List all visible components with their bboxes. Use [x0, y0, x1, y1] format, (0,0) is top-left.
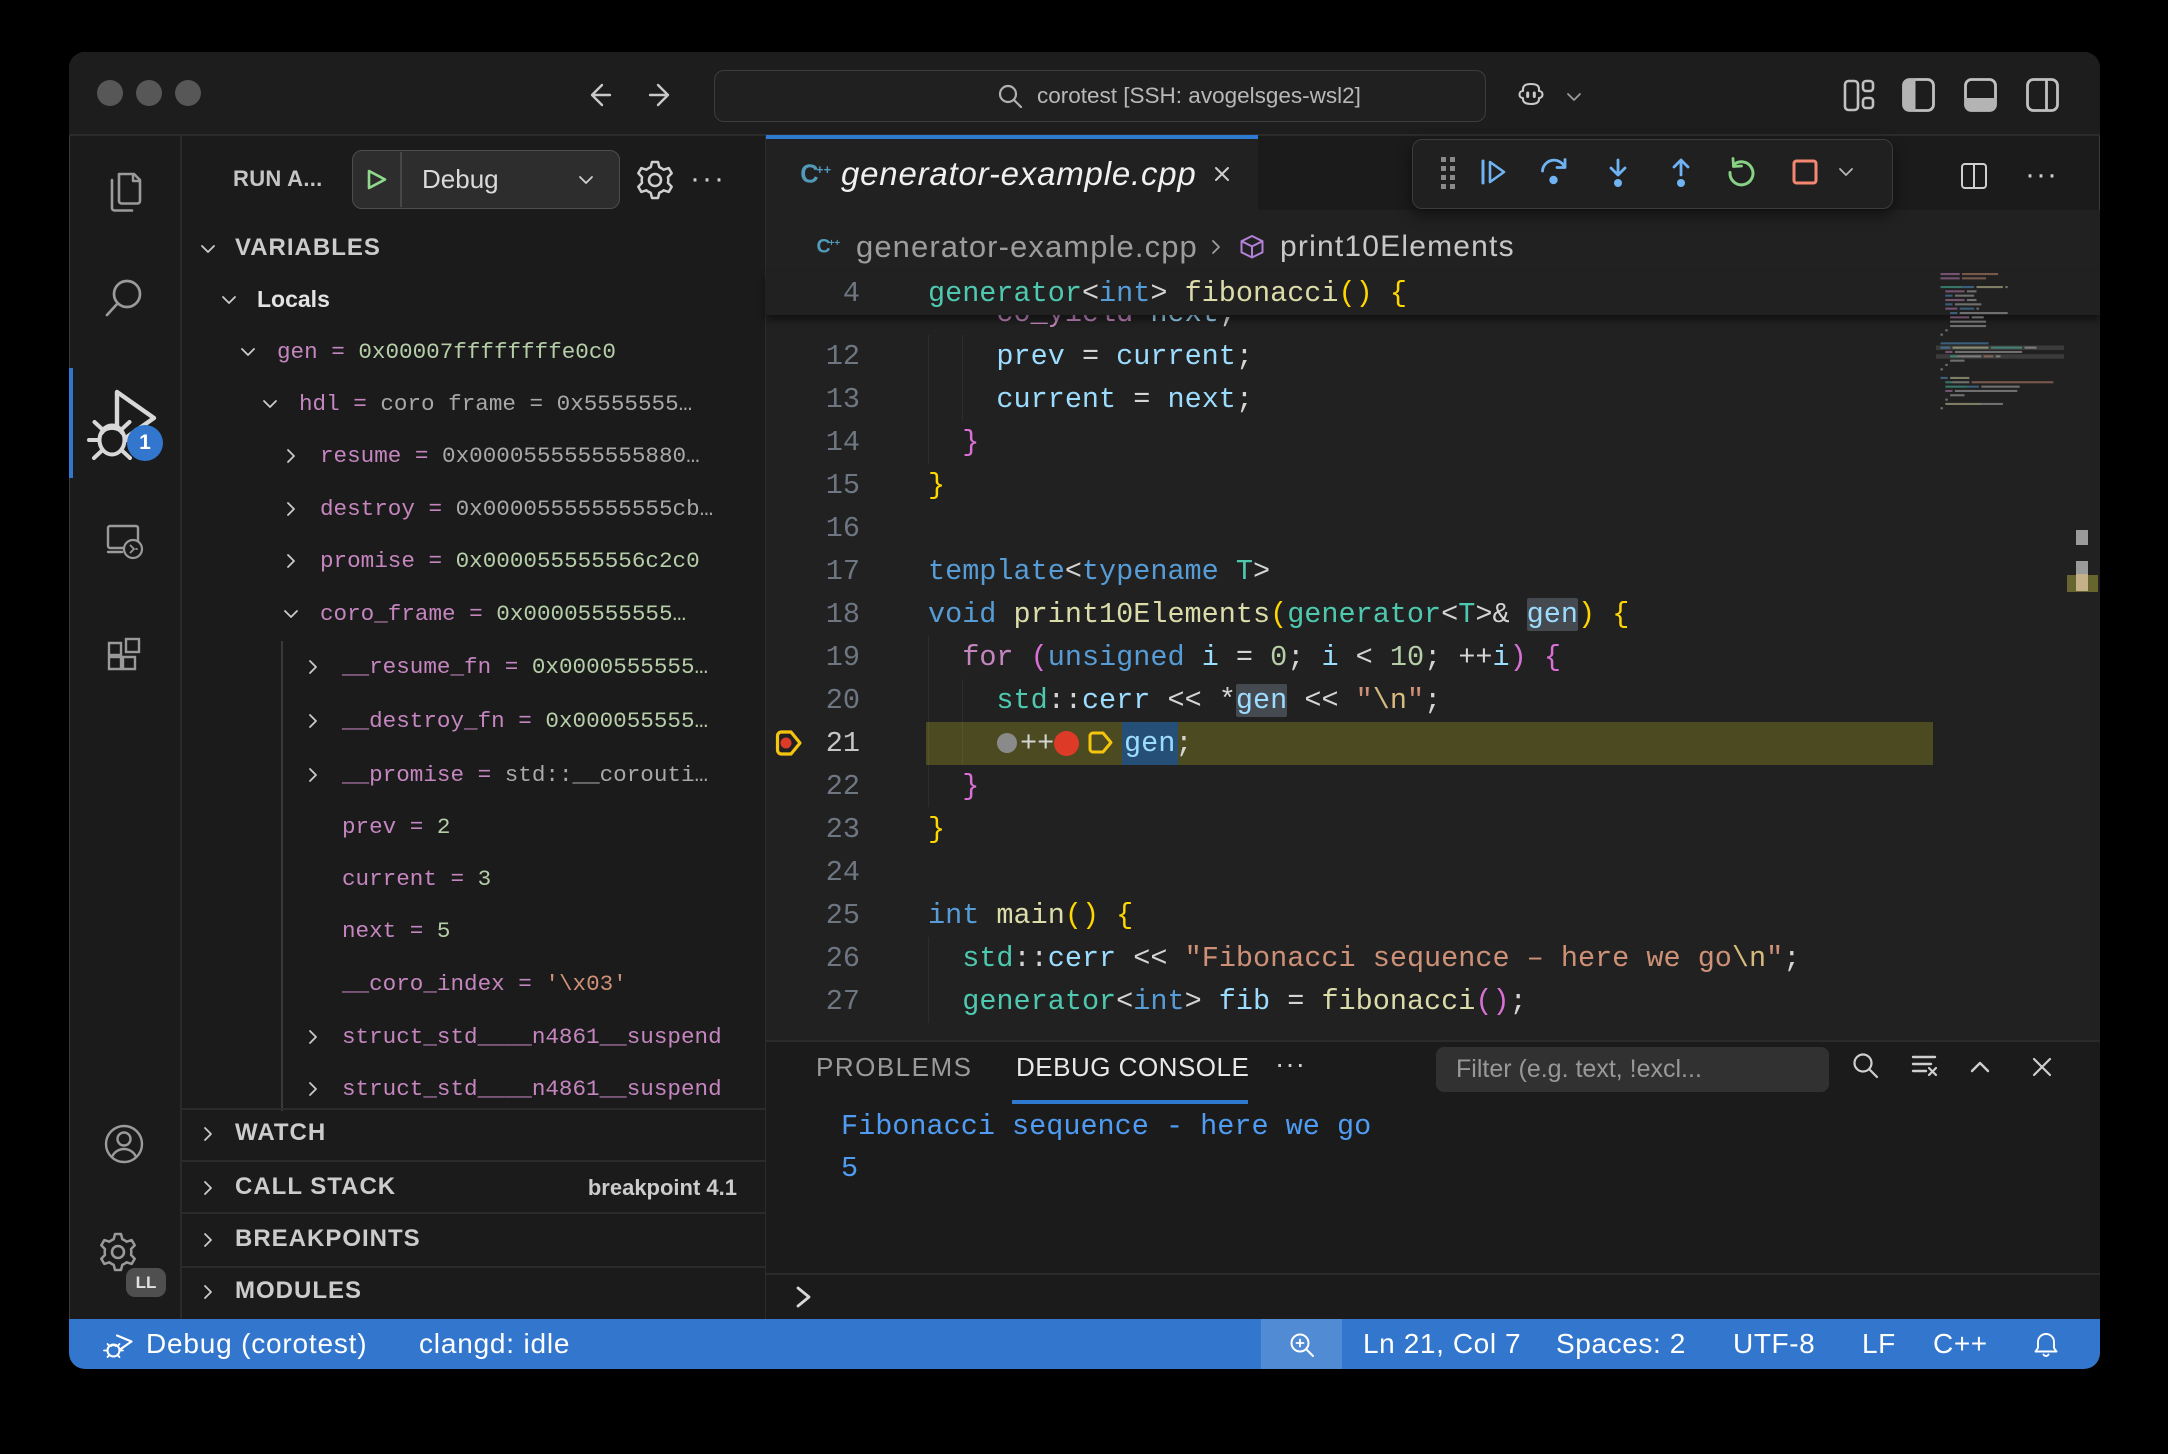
svg-text:++: ++	[816, 162, 831, 177]
svg-text:++: ++	[829, 238, 840, 249]
